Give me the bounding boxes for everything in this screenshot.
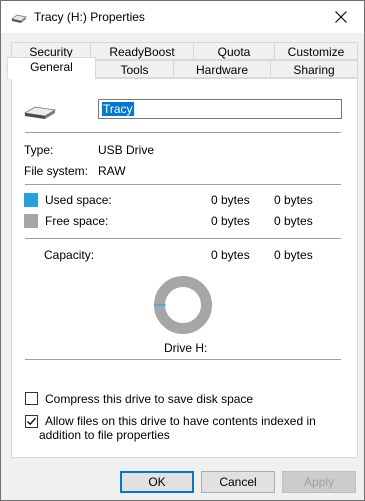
- tab-general[interactable]: General: [7, 57, 96, 79]
- checkmark-icon: [27, 417, 36, 426]
- file-system-label: File system:: [24, 164, 89, 178]
- free-space-label: Free space:: [45, 214, 109, 228]
- free-space-swatch: [24, 214, 38, 228]
- tab-readyboost[interactable]: ReadyBoost: [90, 42, 194, 60]
- separator: [25, 238, 341, 239]
- tab-customize[interactable]: Customize: [274, 42, 358, 60]
- disk-usage-donut: [153, 275, 213, 338]
- title-bar: Tracy (H:) Properties: [1, 1, 364, 33]
- used-space-label: Used space:: [45, 193, 112, 207]
- compress-label: Compress this drive to save disk space: [45, 392, 254, 406]
- window-title: Tracy (H:) Properties: [34, 10, 145, 24]
- properties-window: Tracy (H:) Properties Security ReadyBoos…: [0, 0, 365, 501]
- capacity-size: 0 bytes: [274, 248, 313, 262]
- usb-drive-icon: [11, 13, 27, 23]
- used-space-size: 0 bytes: [274, 193, 313, 207]
- close-button[interactable]: [318, 1, 364, 33]
- tab-hardware[interactable]: Hardware: [173, 60, 271, 78]
- drive-icon: [23, 105, 57, 124]
- apply-button[interactable]: Apply: [282, 471, 356, 493]
- separator: [25, 359, 341, 360]
- capacity-bytes: 0 bytes: [211, 248, 250, 262]
- capacity-label: Capacity:: [44, 248, 95, 262]
- tab-sharing[interactable]: Sharing: [270, 60, 358, 78]
- separator: [25, 184, 341, 185]
- file-system-value: RAW: [98, 164, 126, 178]
- index-checkbox[interactable]: [25, 415, 38, 428]
- used-space-swatch: [24, 193, 38, 207]
- type-value: USB Drive: [98, 143, 155, 157]
- tab-quota[interactable]: Quota: [193, 42, 275, 60]
- general-tab-panel: Tracy Type: USB Drive File system: RAW U…: [11, 78, 358, 458]
- drive-name-value: Tracy: [102, 102, 134, 116]
- compress-checkbox[interactable]: [25, 392, 38, 405]
- separator: [25, 132, 341, 133]
- close-icon: [335, 11, 347, 23]
- drive-caption: Drive H:: [164, 341, 208, 355]
- ok-button[interactable]: OK: [120, 471, 194, 493]
- free-space-bytes: 0 bytes: [211, 214, 250, 228]
- free-space-size: 0 bytes: [274, 214, 313, 228]
- drive-name-input[interactable]: Tracy: [98, 99, 342, 119]
- used-space-bytes: 0 bytes: [211, 193, 250, 207]
- tab-tools[interactable]: Tools: [95, 60, 174, 78]
- cancel-button[interactable]: Cancel: [201, 471, 275, 493]
- type-label: Type:: [24, 143, 54, 157]
- index-label: Allow files on this drive to have conten…: [39, 414, 316, 442]
